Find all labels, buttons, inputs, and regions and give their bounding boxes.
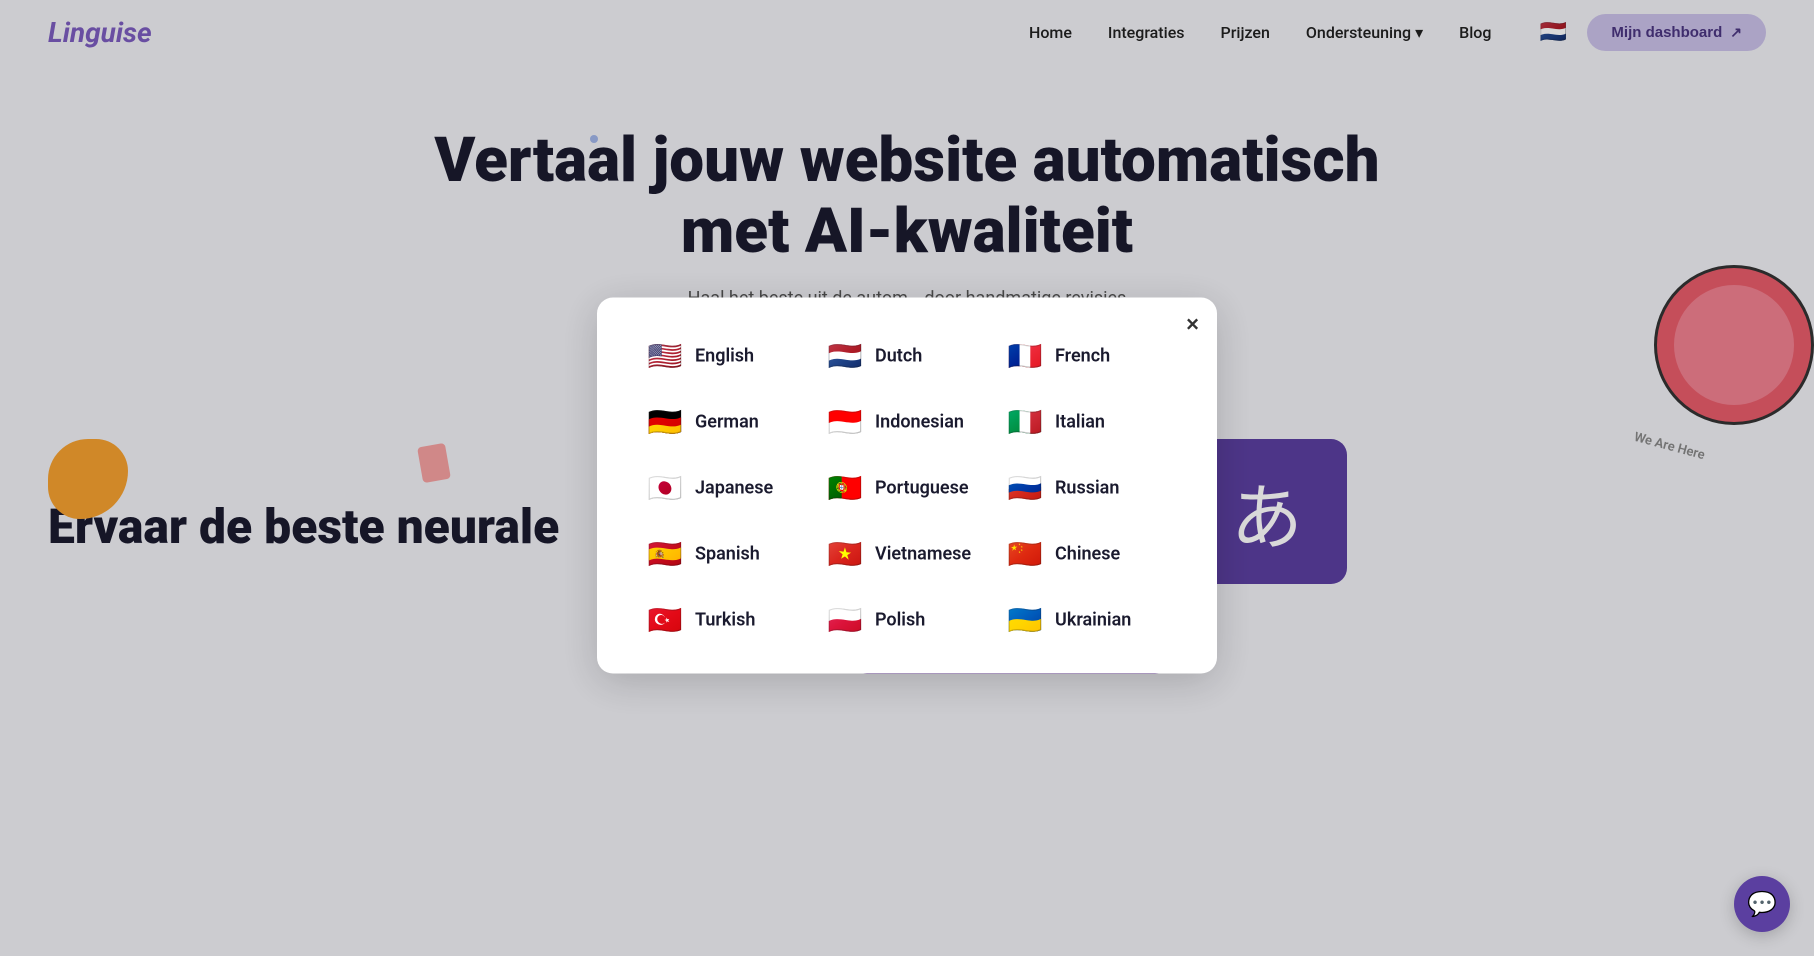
lang-item-turkish[interactable]: 🇹🇷 Turkish bbox=[641, 598, 813, 642]
flag-english: 🇺🇸 bbox=[647, 338, 683, 374]
flag-spanish: 🇪🇸 bbox=[647, 536, 683, 572]
lang-item-indonesian[interactable]: 🇮🇩 Indonesian bbox=[821, 400, 993, 444]
flag-polish: 🇵🇱 bbox=[827, 602, 863, 638]
language-modal: × 🇺🇸 English 🇳🇱 Dutch 🇫🇷 French 🇩🇪 Germa… bbox=[597, 298, 1217, 674]
close-button[interactable]: × bbox=[1186, 312, 1199, 338]
flag-german: 🇩🇪 bbox=[647, 404, 683, 440]
flag-indonesian: 🇮🇩 bbox=[827, 404, 863, 440]
lang-item-spanish[interactable]: 🇪🇸 Spanish bbox=[641, 532, 813, 576]
lang-item-french[interactable]: 🇫🇷 French bbox=[1001, 334, 1173, 378]
flag-ukrainian: 🇺🇦 bbox=[1007, 602, 1043, 638]
lang-item-ukrainian[interactable]: 🇺🇦 Ukrainian bbox=[1001, 598, 1173, 642]
lang-item-dutch[interactable]: 🇳🇱 Dutch bbox=[821, 334, 993, 378]
chat-button[interactable]: 💬 bbox=[1734, 876, 1790, 932]
lang-item-english[interactable]: 🇺🇸 English bbox=[641, 334, 813, 378]
flag-russian: 🇷🇺 bbox=[1007, 470, 1043, 506]
lang-item-vietnamese[interactable]: 🇻🇳 Vietnamese bbox=[821, 532, 993, 576]
flag-japanese: 🇯🇵 bbox=[647, 470, 683, 506]
lang-item-polish[interactable]: 🇵🇱 Polish bbox=[821, 598, 993, 642]
flag-vietnamese: 🇻🇳 bbox=[827, 536, 863, 572]
language-grid: 🇺🇸 English 🇳🇱 Dutch 🇫🇷 French 🇩🇪 German … bbox=[641, 334, 1173, 642]
flag-italian: 🇮🇹 bbox=[1007, 404, 1043, 440]
lang-item-italian[interactable]: 🇮🇹 Italian bbox=[1001, 400, 1173, 444]
flag-turkish: 🇹🇷 bbox=[647, 602, 683, 638]
lang-item-portuguese[interactable]: 🇵🇹 Portuguese bbox=[821, 466, 993, 510]
lang-item-russian[interactable]: 🇷🇺 Russian bbox=[1001, 466, 1173, 510]
lang-item-chinese[interactable]: 🇨🇳 Chinese bbox=[1001, 532, 1173, 576]
lang-item-german[interactable]: 🇩🇪 German bbox=[641, 400, 813, 444]
lang-item-japanese[interactable]: 🇯🇵 Japanese bbox=[641, 466, 813, 510]
flag-chinese: 🇨🇳 bbox=[1007, 536, 1043, 572]
flag-french: 🇫🇷 bbox=[1007, 338, 1043, 374]
flag-portuguese: 🇵🇹 bbox=[827, 470, 863, 506]
flag-dutch: 🇳🇱 bbox=[827, 338, 863, 374]
